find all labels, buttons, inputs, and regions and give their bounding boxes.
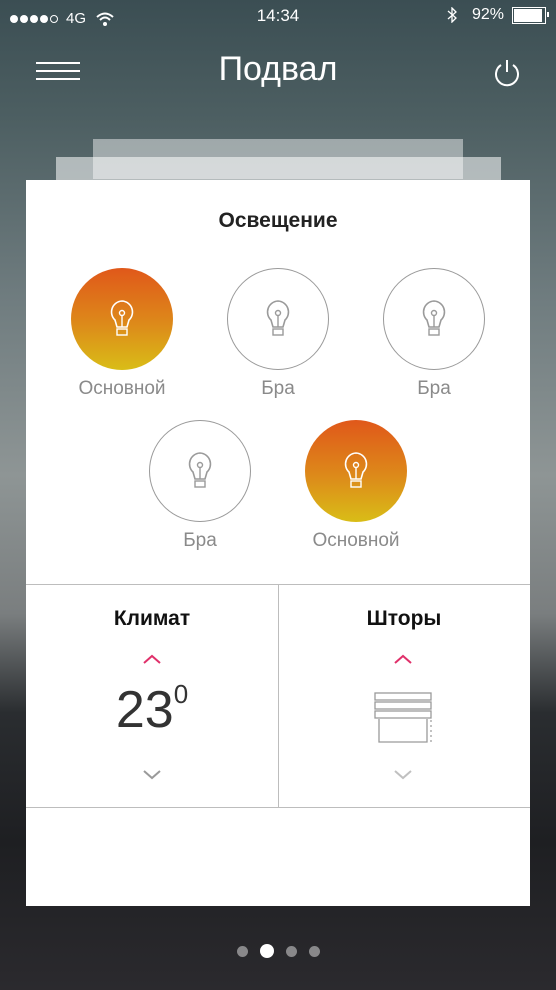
lamp-label: Основной — [312, 530, 400, 551]
blinds-up-icon[interactable] — [391, 652, 415, 666]
power-icon[interactable] — [492, 58, 522, 88]
lightbulb-icon — [110, 300, 134, 336]
divider — [26, 807, 530, 808]
page-title: Подвал — [218, 50, 338, 88]
blinds-down-icon[interactable] — [391, 768, 415, 782]
lamp-circle — [305, 420, 407, 522]
temperature-up-icon[interactable] — [140, 652, 164, 666]
battery-percent: 92% — [471, 6, 504, 23]
page-dot[interactable] — [308, 945, 320, 957]
page-dot[interactable] — [236, 945, 248, 957]
blinds-title: Шторы — [366, 607, 442, 630]
lamp-toggle[interactable]: Основной — [47, 268, 197, 400]
lamp-circle — [71, 268, 173, 370]
lamp-label: Бра — [261, 378, 295, 399]
climate-title: Климат — [113, 607, 191, 630]
lamp-circle — [383, 268, 485, 370]
lightbulb-icon — [266, 300, 290, 336]
bluetooth-icon — [447, 7, 457, 23]
lightbulb-icon — [188, 452, 212, 488]
lamp-toggle[interactable]: Бра — [359, 268, 509, 400]
temperature-number: 23 — [115, 681, 174, 739]
temperature-unit: 0 — [173, 678, 189, 709]
page-dot[interactable] — [285, 945, 297, 957]
lamp-toggle[interactable]: Бра — [203, 268, 353, 400]
room-card: Освещение Основной Бра Бра Бра Основной … — [26, 180, 530, 906]
lamp-toggle[interactable]: Бра — [125, 420, 275, 552]
status-right: 92% — [446, 6, 549, 24]
page-indicator — [0, 944, 556, 958]
lamp-label: Бра — [417, 378, 451, 399]
lighting-title: Освещение — [218, 209, 338, 232]
lamp-label: Основной — [78, 378, 166, 399]
lamp-toggle[interactable]: Основной — [281, 420, 431, 552]
temperature-down-icon[interactable] — [140, 768, 164, 782]
status-bar: 4G 14:34 92% — [0, 0, 556, 32]
temperature-value: 230 — [26, 678, 278, 740]
lamp-circle — [149, 420, 251, 522]
page-dot-active[interactable] — [259, 944, 274, 958]
blinds-icon — [374, 692, 432, 743]
battery-icon — [512, 6, 549, 24]
lamp-label: Бра — [183, 530, 217, 551]
lightbulb-icon — [422, 300, 446, 336]
lamp-circle — [227, 268, 329, 370]
lightbulb-icon — [344, 452, 368, 488]
